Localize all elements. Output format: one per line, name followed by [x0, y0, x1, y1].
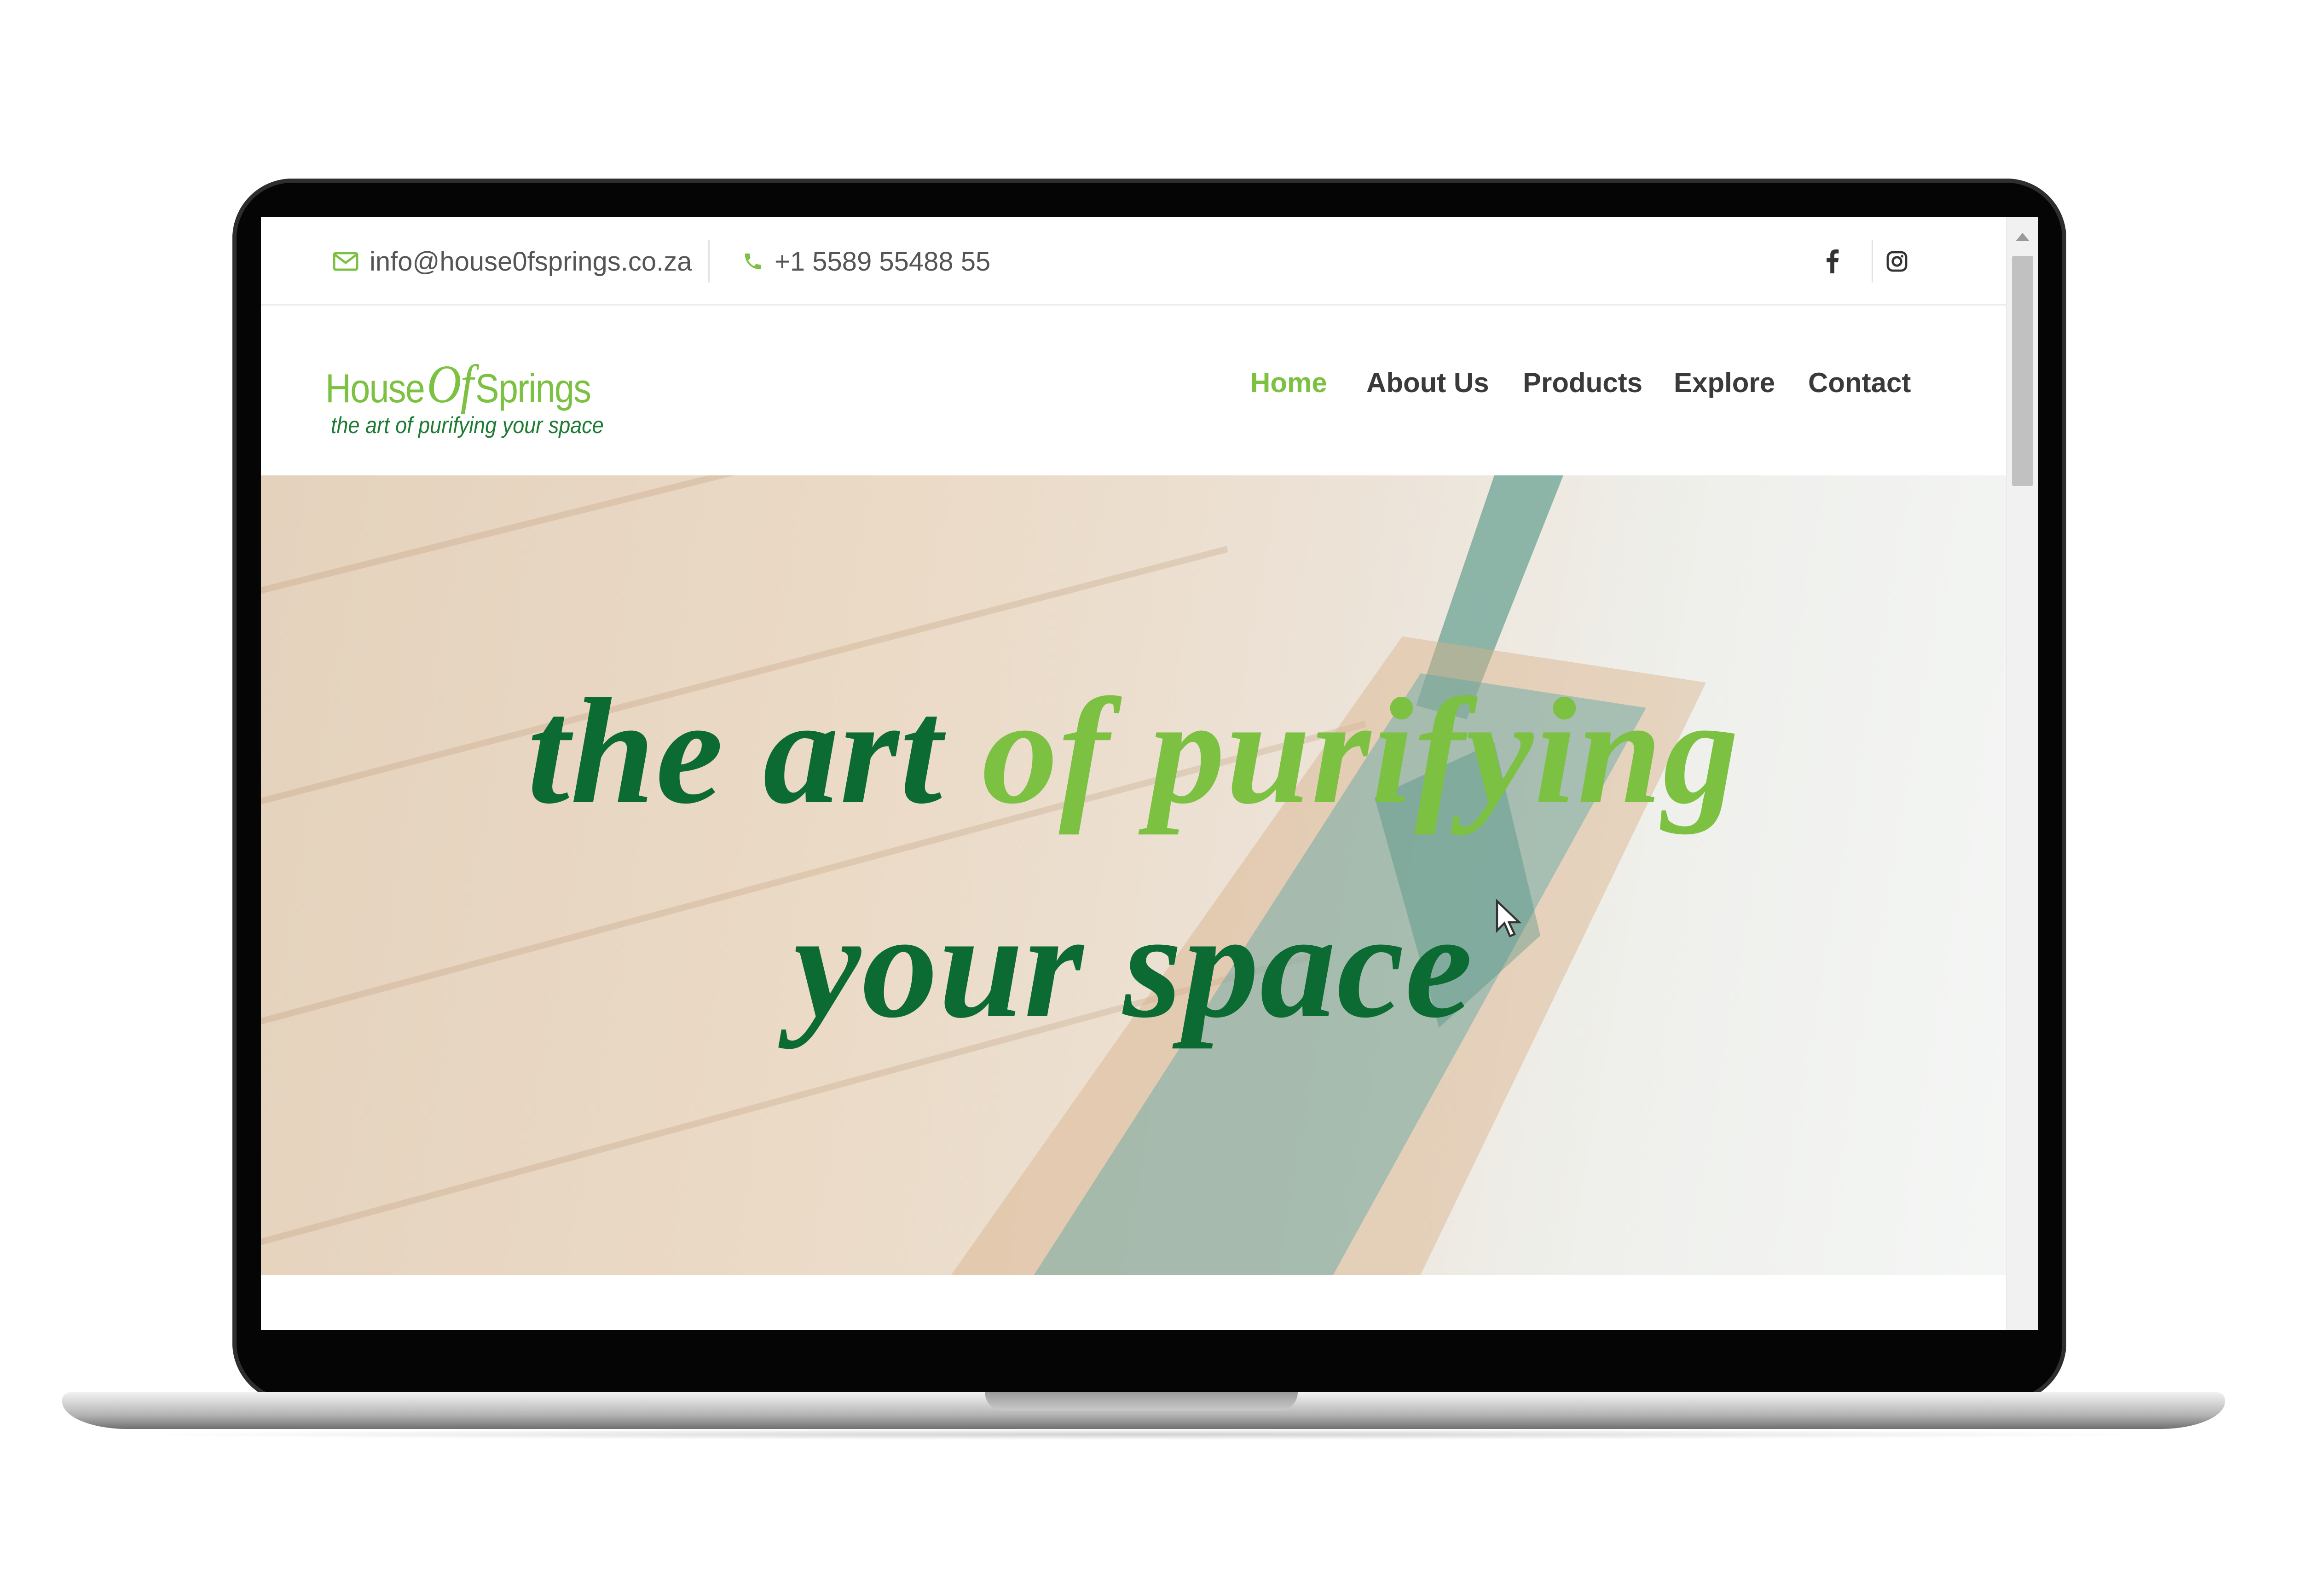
hero-title-line-1: the art of purifying [261, 676, 2006, 827]
logo-name-of: Of [427, 354, 474, 414]
laptop-shadow [120, 1429, 2168, 1440]
scrollbar-thumb[interactable] [2012, 256, 2033, 486]
logo-name-house: House [325, 365, 425, 411]
mouse-cursor-icon [1496, 899, 1521, 937]
hero-banner: the art of purifying your space [261, 475, 2006, 1275]
social-divider [1872, 240, 1873, 283]
nav-item-explore[interactable]: Explore [1674, 367, 1775, 399]
instagram-icon [1886, 251, 1908, 272]
nav-item-contact[interactable]: Contact [1808, 367, 1911, 399]
nav-item-home[interactable]: Home [1250, 367, 1327, 399]
facebook-link[interactable] [1812, 240, 1853, 283]
nav-item-about-us[interactable]: About Us [1366, 367, 1489, 399]
mockup-stage: info@house0fsprings.co.za +1 5589 55488 … [0, 0, 2301, 1596]
logo-name-springs: Springs [475, 365, 591, 411]
site-logo[interactable]: HouseOfSprings the art of purifying your… [325, 353, 604, 450]
top-contact-bar: info@house0fsprings.co.za +1 5589 55488 … [261, 217, 2006, 306]
phone-icon [745, 253, 761, 270]
website-page: info@house0fsprings.co.za +1 5589 55488 … [261, 217, 2006, 1330]
contact-divider [708, 240, 710, 283]
vertical-scrollbar[interactable] [2006, 217, 2038, 1330]
phone-text[interactable]: +1 5589 55488 55 [775, 246, 990, 277]
email-contact[interactable]: info@house0fsprings.co.za [333, 245, 692, 278]
hero-title-accent: of purifying [982, 667, 1740, 835]
laptop-screen: info@house0fsprings.co.za +1 5589 55488 … [261, 217, 2038, 1330]
phone-contact[interactable]: +1 5589 55488 55 [742, 245, 990, 278]
logo-name: HouseOfSprings [325, 353, 591, 416]
email-text[interactable]: info@house0fsprings.co.za [370, 246, 692, 277]
hero-title-dark: the art [527, 667, 943, 835]
logo-tagline: the art of purifying your space [331, 412, 604, 438]
nav-item-products[interactable]: Products [1523, 367, 1642, 399]
envelope-icon [333, 252, 358, 271]
mop-background-image [261, 475, 1706, 1275]
laptop-hinge-notch [985, 1392, 1298, 1411]
main-navbar: HouseOfSprings the art of purifying your… [261, 307, 2006, 475]
facebook-icon [1827, 249, 1839, 273]
instagram-link[interactable] [1876, 240, 1918, 283]
hero-title-line-2: your space [793, 881, 1474, 1049]
scroll-up-arrow-icon[interactable] [2016, 233, 2029, 241]
